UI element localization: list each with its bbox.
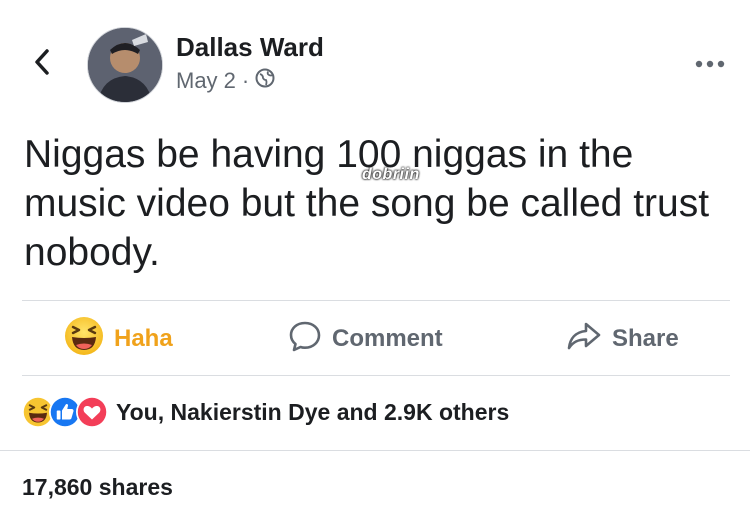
author-name[interactable]: Dallas Ward xyxy=(176,32,324,63)
meta-separator: · xyxy=(241,68,250,93)
globe-icon xyxy=(255,68,275,94)
haha-label: Haha xyxy=(114,325,173,352)
divider xyxy=(22,300,730,301)
reactions-summary[interactable]: You, Nakierstin Dye and 2.9K others xyxy=(22,392,509,432)
avatar[interactable] xyxy=(87,27,163,103)
divider xyxy=(0,450,750,451)
post-date[interactable]: May 2 xyxy=(176,68,236,94)
reactions-summary-text: You, Nakierstin Dye and 2.9K others xyxy=(116,398,510,425)
shares-count[interactable]: 17,860 shares xyxy=(22,474,173,501)
back-button[interactable] xyxy=(28,46,56,82)
profile-photo xyxy=(88,28,162,102)
share-button[interactable]: Share xyxy=(566,318,679,360)
comment-icon xyxy=(288,319,322,360)
ellipsis-icon xyxy=(695,55,725,73)
love-icon xyxy=(76,396,108,428)
share-label: Share xyxy=(612,325,679,352)
chevron-left-icon xyxy=(34,48,50,80)
divider xyxy=(22,375,730,376)
comment-button[interactable]: Comment xyxy=(288,318,443,360)
more-options-button[interactable] xyxy=(692,52,728,76)
haha-emoji-icon xyxy=(64,316,104,363)
reaction-icons xyxy=(22,396,108,428)
share-arrow-icon xyxy=(566,320,602,359)
post-meta: May 2 · xyxy=(176,68,275,94)
comment-label: Comment xyxy=(332,325,443,352)
post-text: Niggas be having 100 niggas in the music… xyxy=(24,133,710,274)
watermark: dobriin xyxy=(362,166,420,183)
facebook-post: Dallas Ward May 2 · Niggas be having 100… xyxy=(0,0,750,526)
haha-button[interactable]: Haha xyxy=(64,316,173,363)
